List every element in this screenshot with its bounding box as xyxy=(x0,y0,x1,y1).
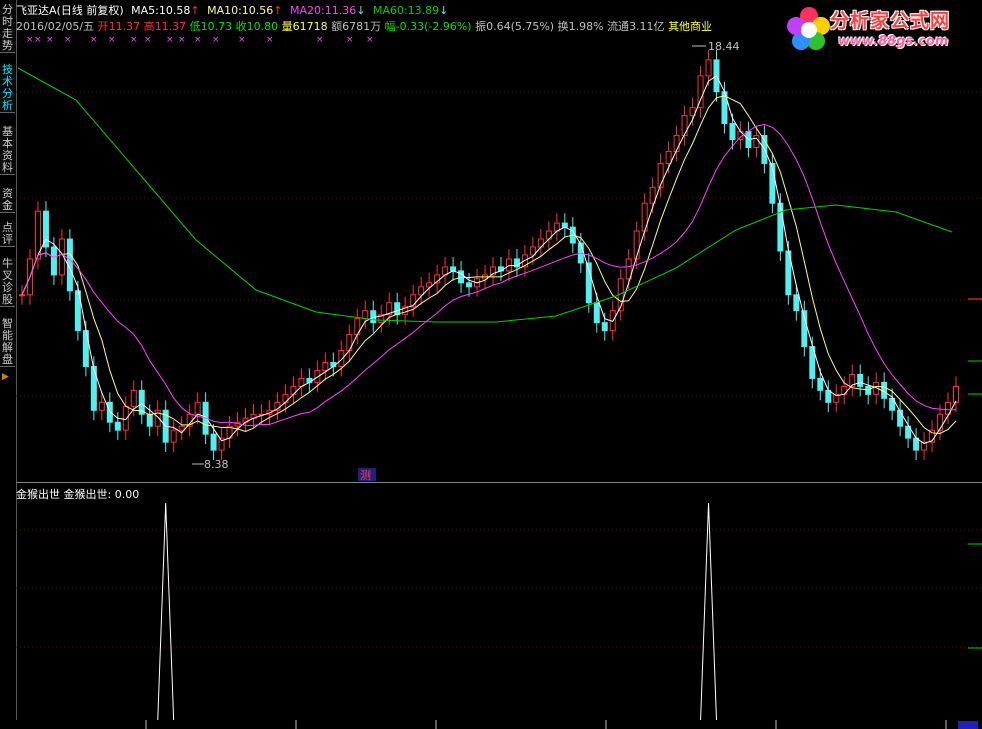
candle-body xyxy=(19,294,25,297)
signal-mark: × xyxy=(238,35,246,45)
signal-mark: × xyxy=(26,35,34,45)
candle-body xyxy=(50,246,57,276)
ma5-line xyxy=(21,75,957,444)
candle-body xyxy=(194,401,201,415)
candle-body xyxy=(450,266,457,272)
candle-body xyxy=(561,222,568,228)
signal-mark: × xyxy=(178,35,186,45)
ma20-line xyxy=(21,123,956,426)
candle-body xyxy=(505,258,512,272)
signal-mark: × xyxy=(46,35,54,45)
signal-mark: × xyxy=(90,35,98,45)
signal-mark: × xyxy=(316,35,324,45)
price-chart[interactable]: × × × × × × × × × × × × × × × × × 18.448.38测 xyxy=(16,0,982,482)
collapse-arrow-icon[interactable]: ▶ xyxy=(2,372,9,382)
candle-body xyxy=(394,302,401,316)
side-tab-1[interactable]: 技术分析 xyxy=(0,64,15,113)
signal-mark: × xyxy=(166,35,174,45)
signal-mark: × xyxy=(34,35,42,45)
high-marker-label: 18.44 xyxy=(708,40,740,53)
signal-mark: × xyxy=(366,35,374,45)
side-tab-4[interactable]: 点评 xyxy=(0,222,15,247)
candle-body xyxy=(130,389,137,407)
candle-body xyxy=(466,282,473,288)
candle-body xyxy=(953,385,959,403)
indicator-chart[interactable] xyxy=(16,483,982,729)
date-bar xyxy=(16,720,982,729)
candle-body xyxy=(593,302,600,324)
candle-body xyxy=(705,59,712,77)
candle-body xyxy=(106,401,113,423)
candle-body xyxy=(362,310,369,320)
side-tab-0[interactable]: 分时走势 xyxy=(0,4,15,53)
candle-body xyxy=(865,385,872,395)
candle-body xyxy=(418,286,425,296)
candle-body xyxy=(601,322,608,332)
candle-body xyxy=(170,429,177,443)
candle-body xyxy=(817,377,824,391)
signal-mark: × xyxy=(108,35,116,45)
candle-body xyxy=(114,421,121,431)
candle-body xyxy=(793,294,800,312)
candle-body xyxy=(729,123,736,141)
candle-body xyxy=(665,150,672,164)
side-tab-3[interactable]: 资金 xyxy=(0,188,15,213)
signal-mark: × xyxy=(266,35,274,45)
ma10-line xyxy=(21,95,957,434)
candle-body xyxy=(857,373,864,387)
side-tab-bar: 分时走势技术分析基本资料资金点评牛叉诊股智能解盘 xyxy=(0,0,17,729)
candle-body xyxy=(98,401,105,411)
candle-body xyxy=(825,389,832,403)
candle-body xyxy=(753,135,760,148)
signal-mark: × xyxy=(130,35,138,45)
low-marker-label: 8.38 xyxy=(204,458,229,471)
candle-body xyxy=(178,425,185,431)
signal-mark: × xyxy=(194,35,202,45)
scroll-thumb xyxy=(958,721,978,729)
candle-body xyxy=(322,361,329,371)
signal-mark: × xyxy=(144,35,152,45)
side-tab-2[interactable]: 基本资料 xyxy=(0,126,15,175)
candle-body xyxy=(841,385,848,395)
candle-body xyxy=(913,437,920,451)
side-tab-5[interactable]: 牛叉诊股 xyxy=(0,258,15,307)
candle-body xyxy=(897,409,904,427)
candle-body xyxy=(210,433,217,451)
signal-mark: × xyxy=(212,35,220,45)
candle-body xyxy=(937,413,944,431)
candle-body xyxy=(681,115,688,137)
info-badge: 测 xyxy=(360,469,371,482)
candle-body xyxy=(777,202,784,252)
signal-mark: × xyxy=(64,35,72,45)
indicator-line xyxy=(22,502,956,722)
main-area: 飞亚达A(日线 前复权) MA5:10.58↑ MA10:10.56↑ MA20… xyxy=(16,0,982,729)
side-tab-6[interactable]: 智能解盘 xyxy=(0,318,15,367)
signal-mark: × xyxy=(346,35,354,45)
candle-body xyxy=(122,405,129,431)
candle-body xyxy=(146,413,153,427)
